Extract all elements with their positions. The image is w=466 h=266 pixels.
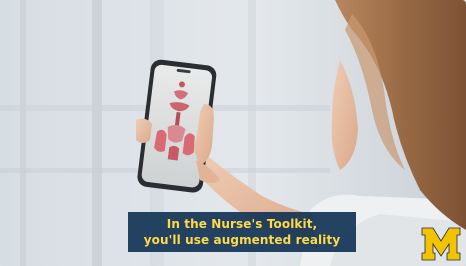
caption-line-1: In the Nurse's Toolkit,: [166, 217, 318, 231]
university-block-m-logo: [421, 227, 461, 261]
video-frame: In the Nurse's Toolkit, you'll use augme…: [0, 0, 466, 266]
caption-line-2: you'll use augmented reality: [143, 233, 341, 247]
subtitle-caption: In the Nurse's Toolkit, you'll use augme…: [128, 212, 356, 252]
